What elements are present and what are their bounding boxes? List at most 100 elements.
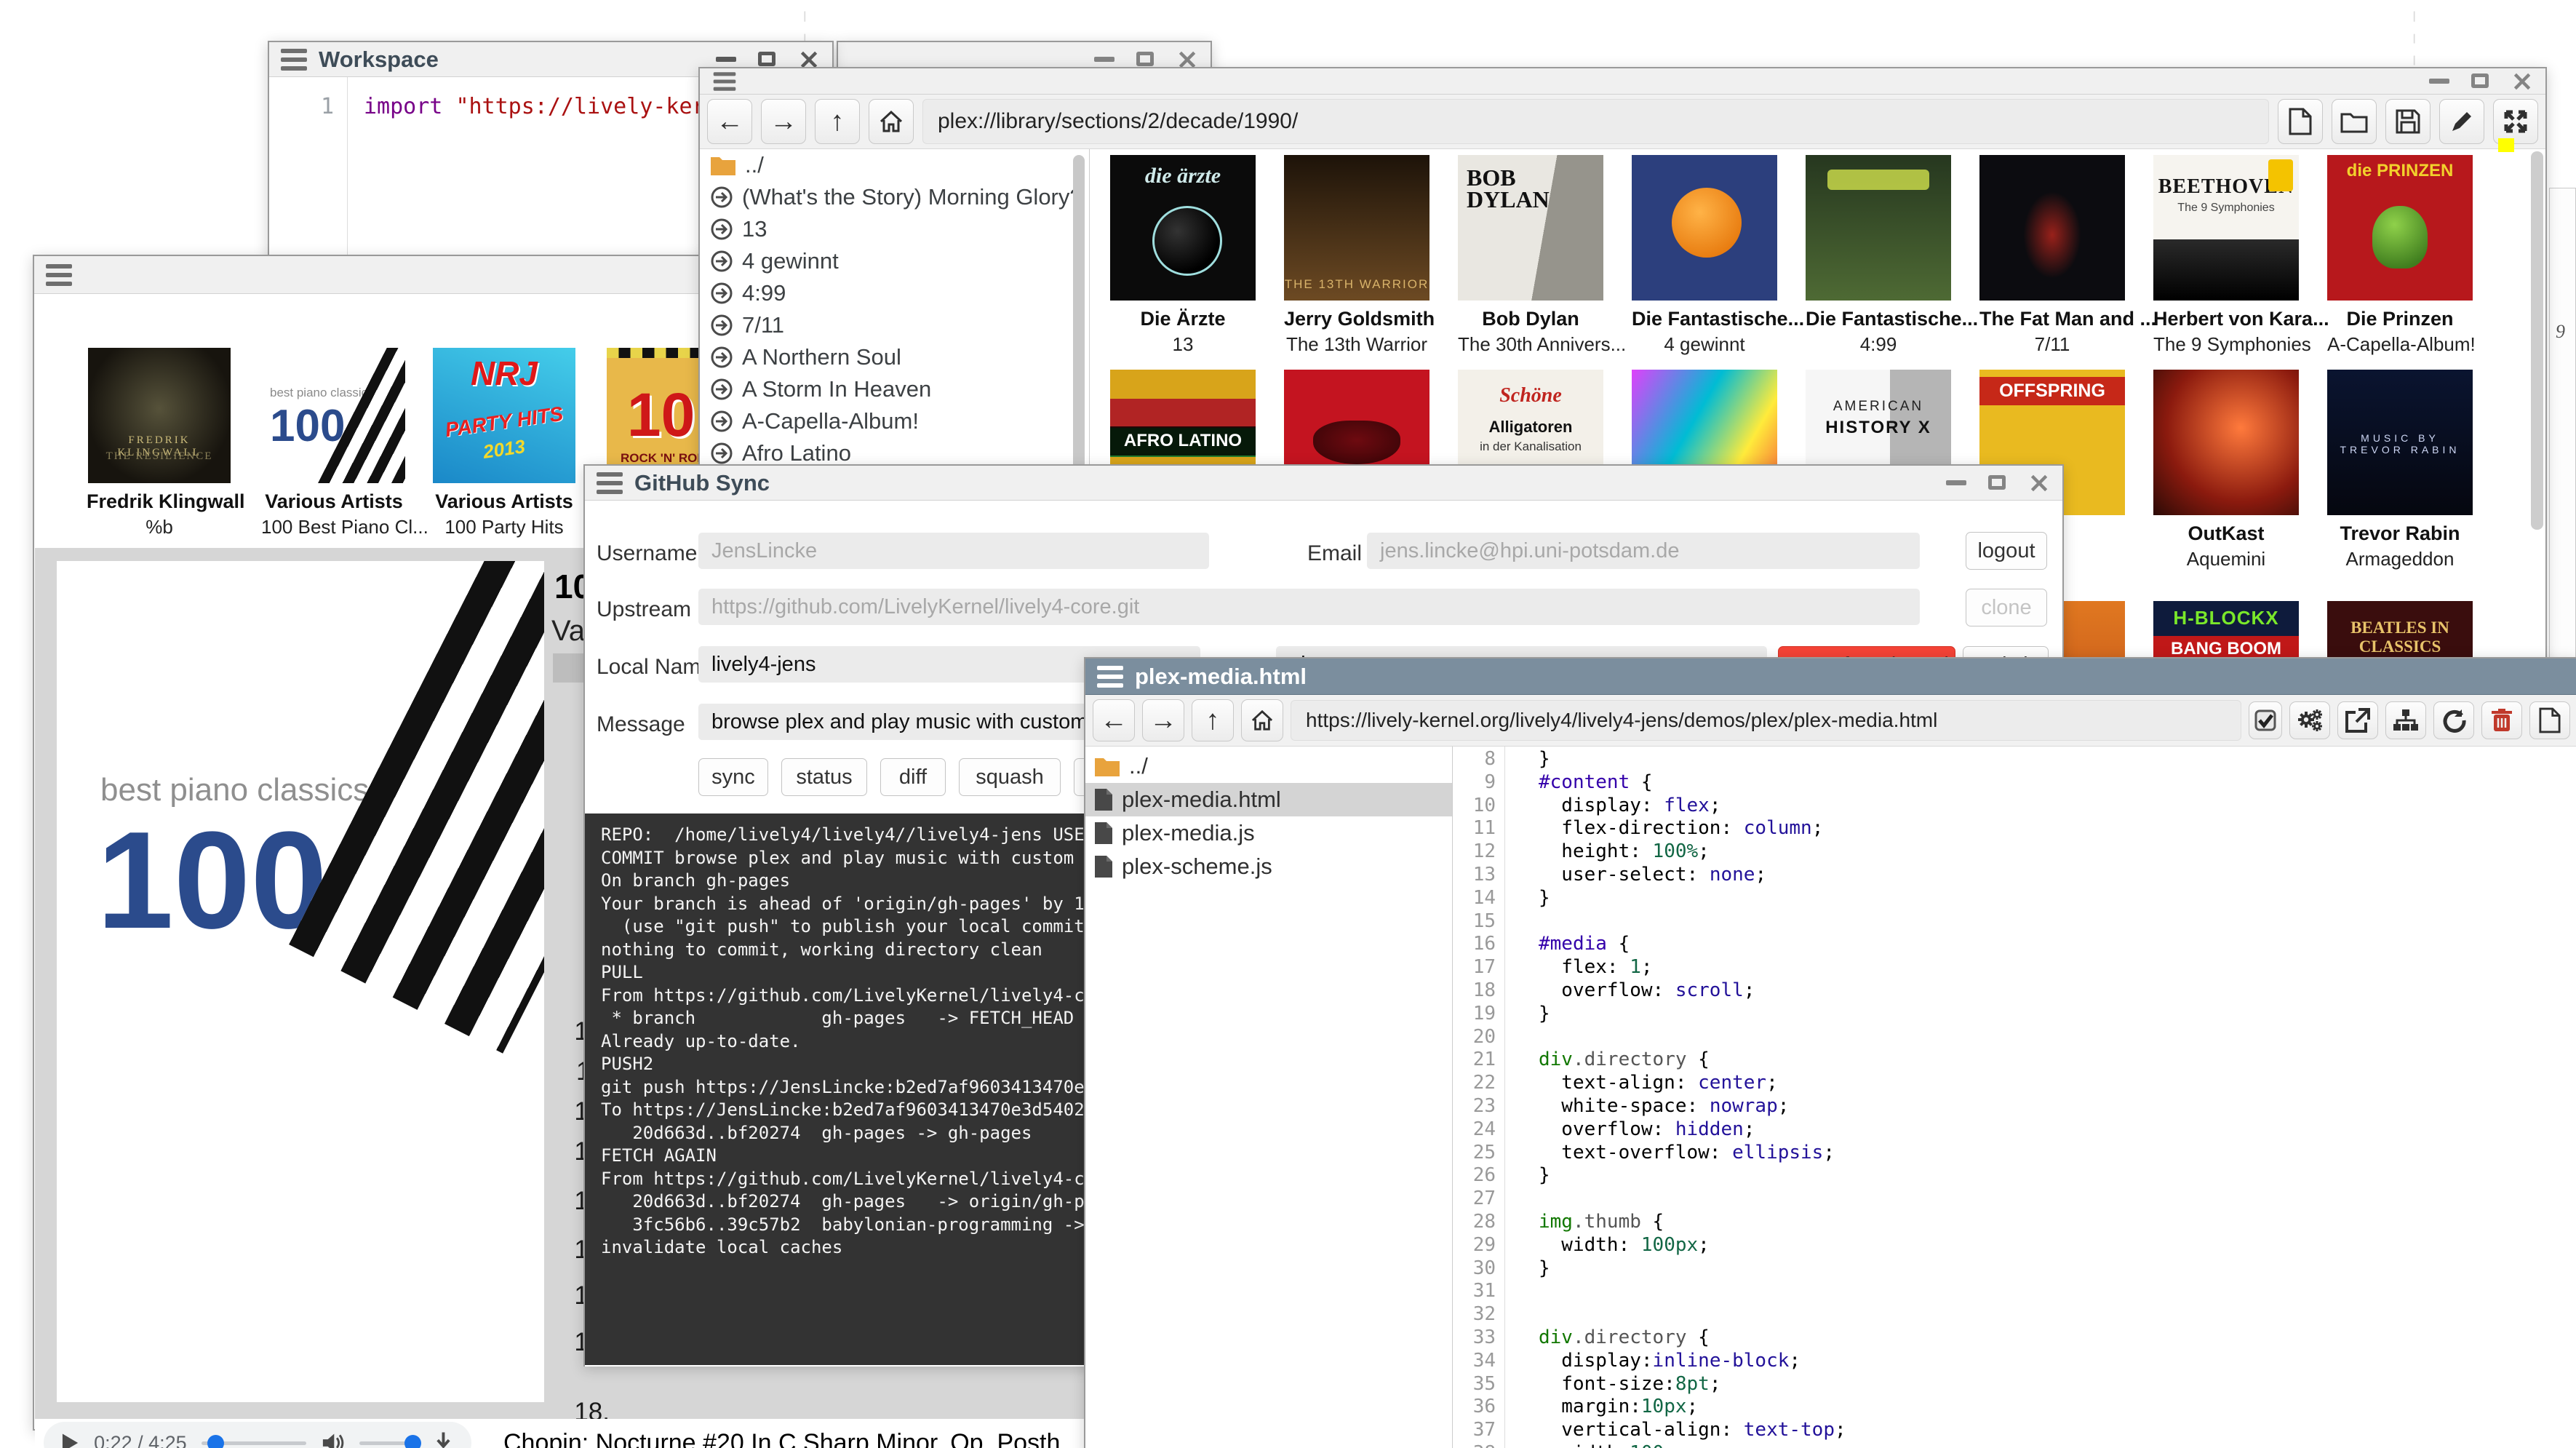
plex-titlebar[interactable]: × xyxy=(700,68,2545,95)
album-cover-warrior[interactable]: THE 13TH WARRIOR xyxy=(1284,155,1429,301)
diff-button[interactable]: diff xyxy=(880,758,946,796)
album-tile[interactable]: NRJPARTY HITS2013Various Artists100 Part… xyxy=(431,348,577,538)
main-scrollbar[interactable] xyxy=(2531,151,2543,530)
forward-button[interactable]: → xyxy=(1142,699,1184,741)
folder-icon[interactable] xyxy=(2332,99,2377,144)
up-button[interactable]: ↑ xyxy=(1192,699,1234,741)
volume-icon[interactable] xyxy=(321,1431,345,1448)
menu-icon[interactable] xyxy=(1097,666,1123,688)
album-tile[interactable]: FREDRIK KLINGWALLTHE RESILIENCEFredrik K… xyxy=(87,348,232,538)
sidebar-item[interactable]: 7/11 xyxy=(700,309,1089,341)
album-tile[interactable]: Die Fantastische...4:99 xyxy=(1806,155,1951,356)
close-icon[interactable]: × xyxy=(2027,472,2051,493)
sidebar-item[interactable]: (What's the Story) Morning Glory? xyxy=(700,181,1089,213)
volume-slider[interactable] xyxy=(359,1441,418,1445)
album-tile[interactable]: die ärzteDie Ärzte13 xyxy=(1110,155,1256,356)
album-cover-piano[interactable]: best piano classics100 xyxy=(263,348,405,483)
album-tile[interactable]: THE 13TH WARRIORJerry GoldsmithThe 13th … xyxy=(1284,155,1429,356)
sidebar-item-up[interactable]: ../ xyxy=(700,149,1089,181)
sidebar-item[interactable]: A Storm In Heaven xyxy=(700,373,1089,405)
menu-icon[interactable] xyxy=(46,264,72,286)
album-cover-outkast[interactable] xyxy=(2153,370,2299,515)
new-file-icon[interactable] xyxy=(2278,99,2323,144)
status-button[interactable]: status xyxy=(781,758,867,796)
code-editor[interactable]: }#content { display: flex; flex-directio… xyxy=(1505,747,2576,1448)
album-cover-aerzte[interactable]: die ärzte xyxy=(1110,155,1256,301)
album-cover-nrj[interactable]: NRJPARTY HITS2013 xyxy=(433,348,575,483)
squash-button[interactable]: squash xyxy=(959,758,1061,796)
checkbox-checked-icon[interactable] xyxy=(2249,701,2282,739)
sidebar-item[interactable]: 4:99 xyxy=(700,277,1089,309)
album-tile[interactable]: OutKastAquemini xyxy=(2153,370,2299,570)
album-tile[interactable]: MUSIC BY TREVOR RABINTrevor RabinArmaged… xyxy=(2327,370,2473,570)
album-tile[interactable]: Die Fantastische...4 gewinnt xyxy=(1632,155,1777,356)
maximize-icon[interactable] xyxy=(1136,52,1154,66)
logout-button[interactable]: logout xyxy=(1966,532,2047,570)
username-field[interactable]: JensLincke xyxy=(698,533,1209,569)
album-tile[interactable]: BEETHOVENThe 9 SymphoniesHerbert von Kar… xyxy=(2153,155,2299,356)
sidebar-item[interactable]: 13 xyxy=(700,213,1089,245)
menu-icon[interactable] xyxy=(281,49,307,71)
clone-button[interactable]: clone xyxy=(1966,589,2047,626)
home-button[interactable] xyxy=(1241,699,1283,741)
download-icon[interactable] xyxy=(433,1431,454,1448)
plex-address-bar[interactable]: plex://library/sections/2/decade/1990/ xyxy=(922,99,2269,144)
minimize-icon[interactable] xyxy=(1946,480,1966,485)
maximize-icon[interactable] xyxy=(758,52,775,66)
close-icon[interactable]: × xyxy=(2511,70,2534,92)
trash-icon[interactable] xyxy=(2481,701,2522,739)
sync-button[interactable]: sync xyxy=(698,758,768,796)
album-tile[interactable]: die PRINZENDie PrinzenA-Capella-Album! xyxy=(2327,155,2473,356)
big-album-art[interactable]: best piano classics 100 xyxy=(57,561,544,1402)
menu-icon[interactable] xyxy=(714,72,736,91)
email-field[interactable]: jens.lincke@hpi.uni-potsdam.de xyxy=(1367,533,1920,569)
editor-address-bar[interactable]: https://lively-kernel.org/lively4/lively… xyxy=(1291,700,2241,741)
file-item[interactable]: plex-scheme.js xyxy=(1085,850,1452,883)
selection-handle-marker[interactable] xyxy=(2498,138,2514,152)
album-cover-dylan[interactable]: BOB DYLAN xyxy=(1458,155,1603,301)
edit-icon[interactable] xyxy=(2439,99,2484,144)
file-item[interactable]: plex-media.html xyxy=(1085,783,1452,816)
minimize-icon[interactable] xyxy=(716,57,736,62)
seek-slider[interactable] xyxy=(202,1441,307,1445)
album-cover-prinzen[interactable]: die PRINZEN xyxy=(2327,155,2473,301)
volume-thumb[interactable] xyxy=(404,1435,421,1448)
external-link-icon[interactable] xyxy=(2337,701,2378,739)
seek-thumb[interactable] xyxy=(207,1435,224,1448)
sidebar-item[interactable]: 4 gewinnt xyxy=(700,245,1089,277)
minimize-icon[interactable] xyxy=(1094,57,1114,62)
editor-titlebar[interactable]: plex-media.html xyxy=(1085,659,2576,695)
minimize-icon[interactable] xyxy=(2429,79,2449,84)
github-titlebar[interactable]: GitHub Sync × xyxy=(585,466,2062,501)
back-button[interactable]: ← xyxy=(1093,699,1135,741)
save-icon[interactable] xyxy=(2385,99,2431,144)
album-cover-armageddon[interactable]: MUSIC BY TREVOR RABIN xyxy=(2327,370,2473,515)
gears-icon[interactable] xyxy=(2289,701,2330,739)
album-cover-beethoven[interactable]: BEETHOVENThe 9 Symphonies xyxy=(2153,155,2299,301)
forward-button[interactable]: → xyxy=(761,99,806,144)
album-tile[interactable]: The Fat Man and ...7/11 xyxy=(1979,155,2125,356)
sitemap-icon[interactable] xyxy=(2385,701,2426,739)
file-item-up[interactable]: ../ xyxy=(1085,749,1452,783)
album-cover-klingwall[interactable]: FREDRIK KLINGWALLTHE RESILIENCE xyxy=(88,348,231,483)
new-file-icon[interactable] xyxy=(2529,701,2570,739)
album-tile[interactable]: BOB DYLANBob DylanThe 30th Annivers... xyxy=(1458,155,1603,356)
play-icon[interactable] xyxy=(61,1432,79,1448)
audio-player[interactable]: 0:22 / 4:25 xyxy=(44,1422,471,1448)
menu-icon[interactable] xyxy=(597,472,623,494)
home-button[interactable] xyxy=(869,99,914,144)
album-tile[interactable]: best piano classics100Various Artists100… xyxy=(261,348,407,538)
album-cover-fatman[interactable] xyxy=(1979,155,2125,301)
maximize-icon[interactable] xyxy=(2471,73,2489,88)
album-cover-gewinnt[interactable] xyxy=(1632,155,1777,301)
sidebar-item[interactable]: A-Capella-Album! xyxy=(700,405,1089,437)
album-cover-v99[interactable] xyxy=(1806,155,1951,301)
refresh-icon[interactable] xyxy=(2433,701,2474,739)
file-item[interactable]: plex-media.js xyxy=(1085,816,1452,850)
expand-icon[interactable] xyxy=(2493,99,2538,144)
upstream-field[interactable]: https://github.com/LivelyKernel/lively4-… xyxy=(698,589,1920,625)
maximize-icon[interactable] xyxy=(1988,475,2006,490)
sidebar-item[interactable]: A Northern Soul xyxy=(700,341,1089,373)
back-button[interactable]: ← xyxy=(707,99,752,144)
up-button[interactable]: ↑ xyxy=(815,99,860,144)
